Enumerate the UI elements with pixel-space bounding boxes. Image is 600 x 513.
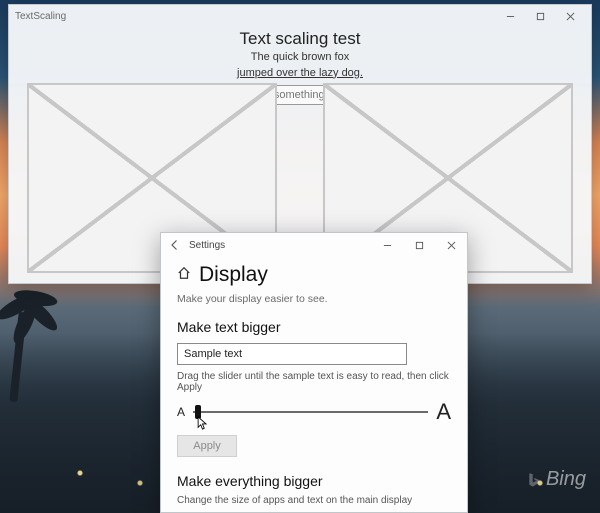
settings-close-button[interactable]: [435, 233, 467, 257]
settings-back-button[interactable]: [161, 239, 189, 251]
mouse-cursor-icon: [197, 416, 208, 435]
everything-hint: Change the size of apps and text on the …: [177, 495, 451, 506]
close-button[interactable]: [555, 5, 585, 27]
back-arrow-icon: [169, 239, 181, 251]
page-heading: Display: [199, 263, 268, 287]
minimize-button[interactable]: [495, 5, 525, 27]
slider-track: [193, 411, 428, 413]
text-scaling-titlebar[interactable]: TextScaling: [9, 5, 591, 27]
close-icon: [447, 241, 456, 250]
text-scaling-title: TextScaling: [15, 11, 66, 22]
settings-maximize-button[interactable]: [403, 233, 435, 257]
slider-hint: Drag the slider until the sample text is…: [177, 371, 451, 393]
settings-window: Settings Display Make your disp: [160, 232, 468, 513]
settings-titlebar[interactable]: Settings: [161, 233, 467, 257]
bing-logo-icon: [526, 472, 542, 488]
section-make-text-bigger: Make text bigger: [177, 319, 451, 335]
maximize-icon: [415, 241, 424, 250]
home-icon[interactable]: [177, 266, 191, 285]
maximize-button[interactable]: [525, 5, 555, 27]
settings-title: Settings: [189, 240, 371, 251]
desktop-wallpaper: Bing TextScaling Text scaling test The q…: [0, 0, 600, 513]
sample-text-box: Sample text: [177, 343, 407, 365]
wallpaper-attribution: Bing: [526, 468, 586, 491]
settings-minimize-button[interactable]: [371, 233, 403, 257]
maximize-icon: [536, 12, 545, 21]
apply-button[interactable]: Apply: [177, 435, 237, 457]
wallpaper-palm: [0, 282, 52, 402]
wallpaper-attribution-text: Bing: [546, 468, 586, 491]
minimize-icon: [383, 241, 392, 250]
sample-sentence-line1: The quick brown fox: [9, 51, 591, 65]
minimize-icon: [506, 12, 515, 21]
text-scaling-heading: Text scaling test: [9, 29, 591, 49]
section-make-everything-bigger: Make everything bigger: [177, 473, 451, 489]
settings-breadcrumb: Display: [177, 263, 451, 287]
text-size-slider[interactable]: [193, 402, 428, 422]
close-icon: [566, 12, 575, 21]
page-lead: Make your display easier to see.: [177, 293, 451, 305]
slider-label-big-a: A: [436, 399, 451, 425]
slider-label-small-a: A: [177, 405, 185, 419]
sample-sentence-line2: jumped over the lazy dog.: [9, 67, 591, 81]
apply-button-label: Apply: [193, 440, 221, 452]
